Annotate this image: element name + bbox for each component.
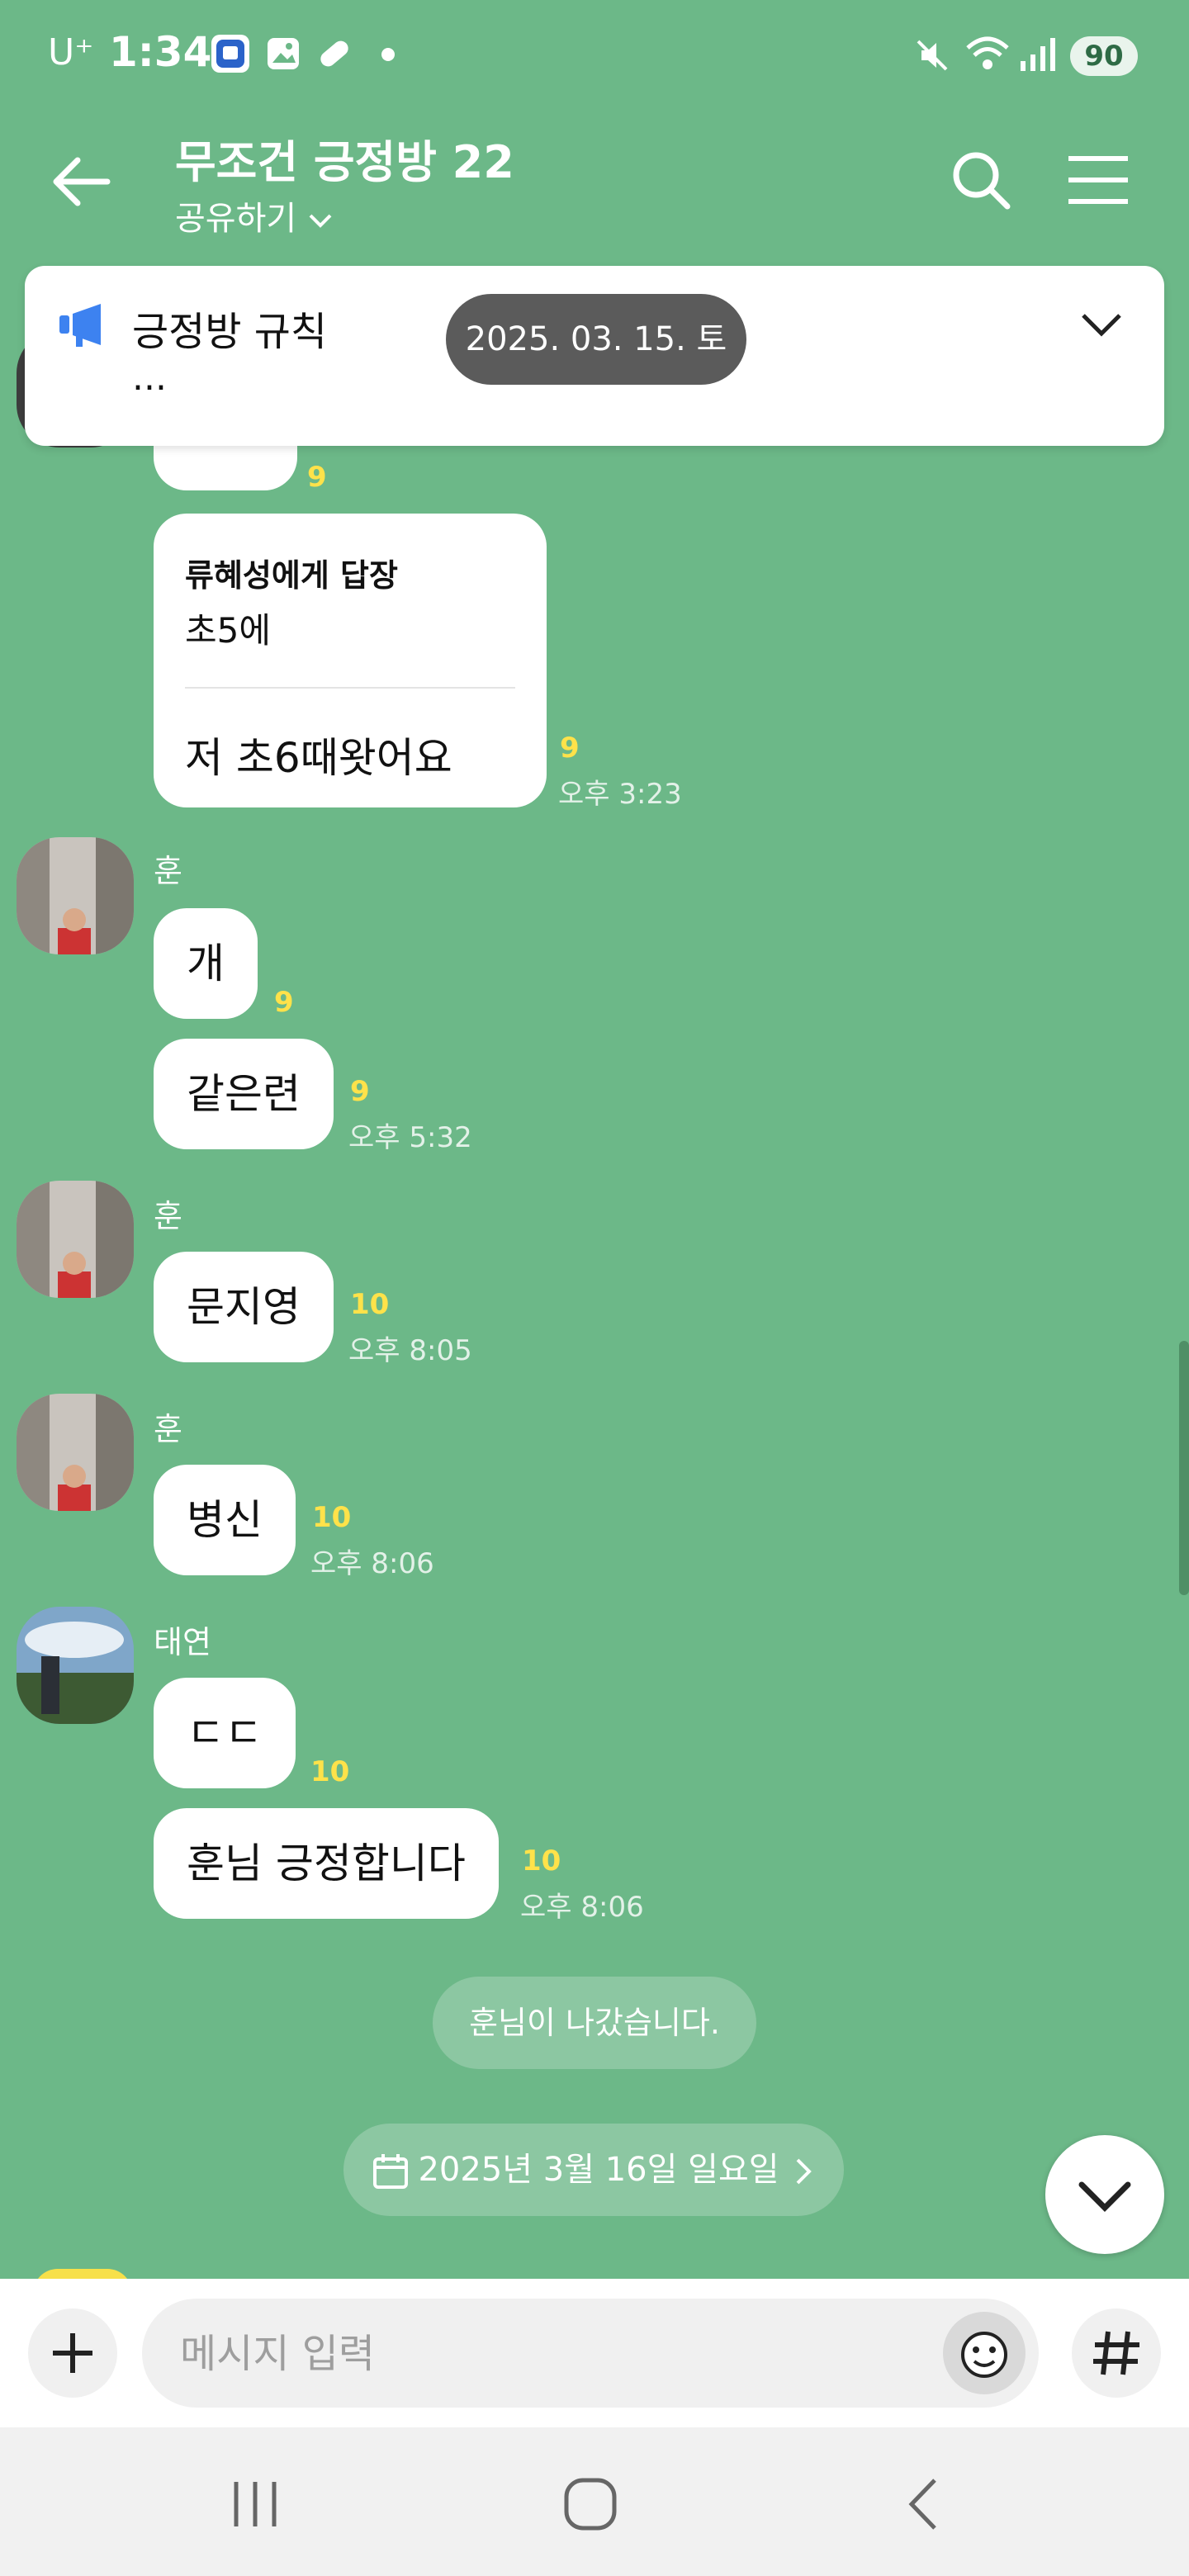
- back-button[interactable]: [41, 140, 124, 223]
- message-bubble[interactable]: 개: [154, 908, 258, 1019]
- chevron-down-icon: [1078, 2181, 1131, 2212]
- hamburger-icon: [1068, 156, 1128, 204]
- quoted-text: 초5에: [185, 610, 272, 651]
- unread-count: 10: [312, 1501, 352, 1534]
- message-time: 오후 8:05: [348, 1334, 472, 1367]
- system-navigation-bar: [0, 2427, 1189, 2576]
- message-text: 저 초6때왓어요: [185, 734, 452, 782]
- plus-icon: [53, 2333, 92, 2373]
- unread-count: 9: [274, 986, 294, 1019]
- status-bar: U⁺ 1:34 90: [0, 0, 1189, 107]
- system-message: 훈님이 나갔습니다.: [433, 1977, 756, 2069]
- gallery-icon: [264, 35, 302, 73]
- attach-button[interactable]: [28, 2308, 117, 2398]
- date-divider-label: 2025년 3월 16일 일요일: [418, 2151, 779, 2189]
- calendar-icon: [373, 2154, 409, 2189]
- emoji-icon: [961, 2332, 1007, 2378]
- sender-name: 훈: [154, 1411, 182, 1447]
- message-bubble[interactable]: 같은련: [154, 1039, 334, 1149]
- notification-dot: [381, 48, 395, 61]
- pill-icon: [315, 35, 353, 73]
- clock: 1:34: [109, 28, 212, 76]
- hashtag-icon: [1093, 2331, 1139, 2375]
- share-dropdown[interactable]: 공유하기: [175, 192, 334, 239]
- message-time: 오후 3:23: [558, 778, 682, 811]
- mute-icon: [913, 36, 951, 78]
- message-input[interactable]: [178, 2323, 925, 2384]
- message-field[interactable]: [142, 2299, 1039, 2408]
- floating-date-badge: 2025. 03. 15. 토: [446, 294, 746, 385]
- home-icon[interactable]: [561, 2475, 619, 2533]
- avatar[interactable]: [17, 1607, 134, 1724]
- date-divider[interactable]: 2025년 3월 16일 일요일: [343, 2124, 844, 2216]
- message-time: 오후 5:32: [348, 1121, 472, 1154]
- scrollbar[interactable]: [1179, 1341, 1189, 1595]
- megaphone-icon: [59, 304, 101, 347]
- carrier-label: U⁺: [48, 31, 94, 73]
- unread-count: 10: [310, 1755, 350, 1788]
- app-notification-icon: [211, 35, 249, 73]
- unread-count: 10: [522, 1844, 561, 1878]
- sender-name: 훈: [154, 1198, 182, 1234]
- avatar[interactable]: [17, 1394, 134, 1511]
- message-bubble[interactable]: 훈님 긍정합니다: [154, 1808, 499, 1919]
- hashtag-button[interactable]: [1072, 2308, 1161, 2398]
- sender-name: 태연: [154, 1624, 211, 1660]
- system-back-icon[interactable]: [900, 2475, 950, 2533]
- search-icon: [953, 152, 1011, 210]
- menu-button[interactable]: [1057, 139, 1139, 221]
- emoji-button[interactable]: [943, 2312, 1026, 2394]
- reply-message-bubble[interactable]: 류혜성에게 답장 초5에 저 초6때왓어요: [154, 514, 547, 807]
- notice-title: 긍정방 규칙: [132, 309, 328, 355]
- sender-name: 훈: [154, 853, 182, 889]
- search-button[interactable]: [940, 139, 1022, 221]
- reply-divider: [185, 687, 515, 689]
- chevron-down-icon: [309, 214, 332, 228]
- scroll-to-bottom-button[interactable]: [1045, 2135, 1164, 2254]
- battery-indicator: 90: [1070, 36, 1138, 76]
- message-bubble[interactable]: ㄷㄷ: [154, 1678, 296, 1788]
- unread-count: 9: [350, 1075, 370, 1108]
- message-bubble[interactable]: 문지영: [154, 1252, 334, 1362]
- unread-count: 9: [307, 461, 327, 494]
- message-time: 오후 8:06: [310, 1547, 434, 1580]
- chevron-down-icon[interactable]: [1077, 309, 1126, 342]
- avatar[interactable]: [17, 1181, 134, 1298]
- chevron-right-icon: [796, 2158, 812, 2185]
- notice-preview: ...: [132, 357, 167, 399]
- wifi-icon: [964, 33, 1011, 78]
- message-time: 오후 8:06: [520, 1891, 644, 1924]
- unread-count: 9: [560, 732, 580, 765]
- reply-target: 류혜성에게 답장: [185, 557, 398, 594]
- unread-count: 10: [350, 1288, 390, 1321]
- avatar[interactable]: [17, 837, 134, 954]
- signal-icon: [1019, 36, 1060, 76]
- message-bubble[interactable]: 병신: [154, 1465, 296, 1575]
- chat-room-title: 무조건 긍정방 22: [175, 136, 514, 188]
- recents-icon[interactable]: [226, 2475, 284, 2533]
- share-label: 공유하기: [175, 200, 297, 238]
